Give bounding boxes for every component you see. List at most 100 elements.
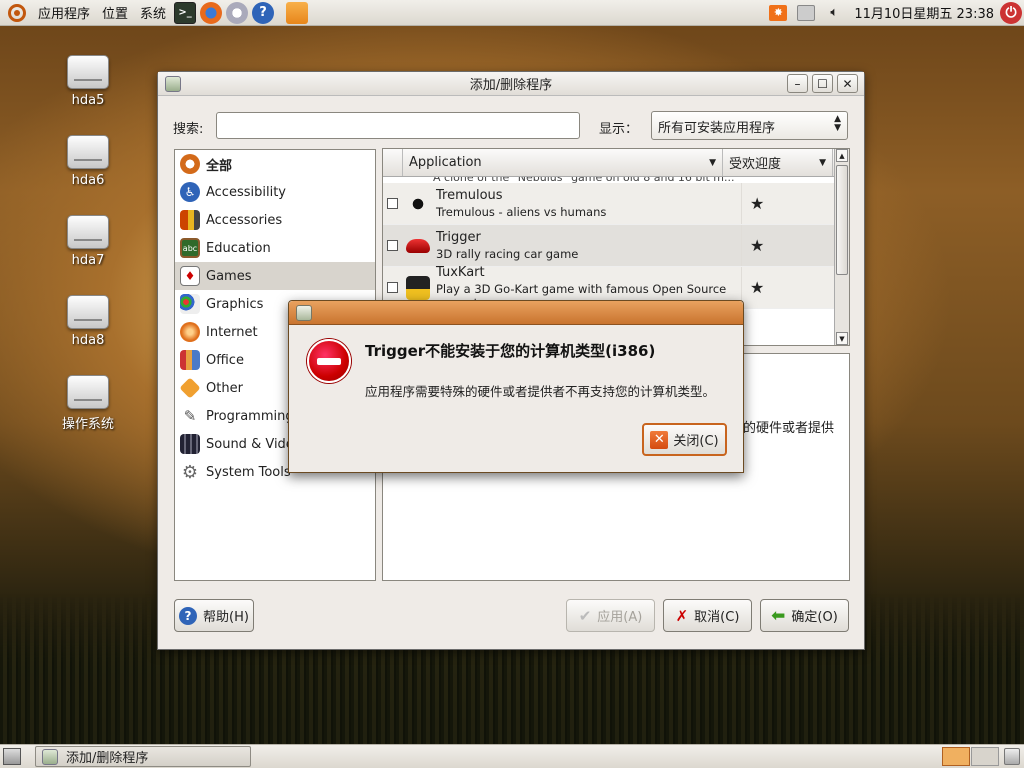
- help-button-label: 帮助(H): [203, 610, 249, 625]
- category-accessibility[interactable]: ♿︎ Accessibility: [175, 178, 375, 206]
- accessories-icon: [180, 210, 200, 230]
- category-accessories[interactable]: Accessories: [175, 206, 375, 234]
- checkmark-icon: ✔: [578, 606, 592, 625]
- category-label: 全部: [206, 158, 233, 174]
- desktop-icon-os[interactable]: 操作系统: [53, 375, 123, 432]
- scroll-up-icon[interactable]: ▲: [836, 149, 848, 162]
- category-games[interactable]: ♦ Games: [175, 262, 375, 290]
- games-icon: ♦: [180, 266, 200, 286]
- ubuntu-logo-icon[interactable]: [8, 3, 26, 22]
- app-description: Tremulous - aliens vs humans: [436, 205, 607, 219]
- desktop-icon-hda6[interactable]: hda6: [53, 135, 123, 188]
- list-header: Application ▼ 受欢迎度 ▼: [383, 149, 849, 177]
- drive-icon: [67, 295, 109, 329]
- desktop-icon-label: hda7: [71, 253, 105, 268]
- volume-icon[interactable]: 🔈︎: [825, 5, 843, 21]
- sound-video-icon: [180, 434, 200, 454]
- drive-icon: [67, 135, 109, 169]
- email-client-icon[interactable]: [226, 1, 249, 24]
- menu-system[interactable]: 系统: [134, 0, 172, 25]
- help-icon[interactable]: ?: [252, 1, 275, 24]
- window-titlebar[interactable]: 添加/删除程序 – ☐ ✕: [158, 72, 864, 96]
- category-education[interactable]: abc Education: [175, 234, 375, 262]
- list-item-trigger[interactable]: Trigger 3D rally racing car game ★: [383, 225, 849, 267]
- category-all[interactable]: 全部: [175, 150, 375, 178]
- list-scrollbar[interactable]: ▲ ▼: [834, 149, 849, 345]
- dialog-titlebar[interactable]: [289, 301, 743, 325]
- close-window-button[interactable]: ✕: [837, 74, 858, 93]
- category-label: Education: [206, 240, 271, 256]
- trash-icon[interactable]: [1004, 748, 1020, 765]
- package-icon: [296, 305, 312, 321]
- update-notifier-icon[interactable]: ✸: [769, 4, 788, 21]
- dialog-message: 应用程序需要特殊的硬件或者提供者不再支持您的计算机类型。: [365, 384, 716, 399]
- power-icon[interactable]: ⏻: [1000, 1, 1022, 24]
- error-stop-icon: [307, 339, 351, 383]
- description-text: 的硬件或者提供: [743, 421, 835, 436]
- ubuntu-logo-icon: [180, 154, 200, 174]
- education-icon: abc: [180, 238, 200, 258]
- close-button-label: 关闭(C): [673, 434, 719, 449]
- taskbar-item-add-remove[interactable]: 添加/删除程序: [35, 746, 251, 767]
- app-name: TuxKart: [436, 265, 485, 280]
- package-icon: [165, 76, 181, 92]
- install-checkbox[interactable]: [387, 198, 398, 209]
- scroll-down-icon[interactable]: ▼: [836, 332, 848, 345]
- menu-applications[interactable]: 应用程序: [32, 0, 96, 25]
- popularity-column-header[interactable]: 受欢迎度 ▼: [723, 149, 833, 176]
- graphics-icon: [180, 294, 200, 314]
- help-icon: ?: [179, 606, 198, 625]
- minimize-button[interactable]: –: [787, 74, 808, 93]
- desktop-icon-label: hda8: [71, 333, 105, 348]
- drive-icon: [67, 215, 109, 249]
- programming-icon: ✎: [183, 407, 197, 425]
- install-checkbox[interactable]: [387, 240, 398, 251]
- apply-button-label: 应用(A): [597, 610, 643, 625]
- show-dropdown[interactable]: 所有可安装应用程序 ▲ ▼: [651, 111, 848, 140]
- show-desktop-icon[interactable]: [3, 748, 21, 765]
- desktop-icon-hda7[interactable]: hda7: [53, 215, 123, 268]
- check-column-header[interactable]: [383, 149, 403, 176]
- apply-button[interactable]: ✔ 应用(A): [566, 599, 655, 632]
- system-tools-icon: ⚙: [181, 461, 199, 483]
- application-header-label: Application: [409, 155, 482, 170]
- drive-icon: [67, 375, 109, 409]
- install-checkbox[interactable]: [387, 282, 398, 293]
- category-label: Accessibility: [206, 184, 286, 200]
- desktop-icon-label: hda5: [71, 93, 105, 108]
- category-label: Accessories: [206, 212, 283, 228]
- application-column-header[interactable]: Application ▼: [403, 149, 723, 176]
- other-icon: [179, 377, 201, 399]
- sort-arrow-icon: ▼: [709, 157, 716, 168]
- help-button[interactable]: ? 帮助(H): [174, 599, 254, 632]
- ok-button[interactable]: ⬅ 确定(O): [760, 599, 849, 632]
- workspace-2[interactable]: [971, 747, 999, 766]
- desktop-icon-label: hda6: [71, 173, 105, 188]
- keyboard-icon[interactable]: [797, 4, 816, 21]
- cancel-x-icon: ✗: [675, 606, 689, 625]
- race-car-icon: [406, 238, 430, 253]
- search-input[interactable]: [216, 112, 580, 139]
- cancel-button[interactable]: ✗ 取消(C): [663, 599, 752, 632]
- green-arrow-icon: ⬅: [771, 605, 786, 626]
- list-item-tremulous[interactable]: Tremulous Tremulous - aliens vs humans ★: [383, 183, 849, 225]
- clock[interactable]: 11月10日星期五 23:38: [854, 3, 994, 22]
- desktop-icon-hda5[interactable]: hda5: [53, 55, 123, 108]
- menu-places[interactable]: 位置: [96, 0, 134, 25]
- show-label: 显示：: [599, 122, 639, 137]
- category-label: System Tools: [206, 464, 291, 480]
- popularity-star-icon: ★: [741, 267, 849, 308]
- workspace-1[interactable]: [942, 747, 970, 766]
- desktop-icon-hda8[interactable]: hda8: [53, 295, 123, 348]
- folder-icon[interactable]: [286, 1, 309, 24]
- terminal-icon[interactable]: >_: [174, 1, 197, 24]
- scroll-thumb[interactable]: [836, 165, 848, 275]
- desktop-icon-label: 操作系统: [61, 417, 114, 432]
- cancel-button-label: 取消(C): [694, 610, 740, 625]
- spider-icon: [406, 191, 430, 216]
- firefox-icon[interactable]: [200, 1, 223, 24]
- popularity-star-icon: ★: [741, 225, 849, 266]
- tux-icon: [406, 275, 430, 300]
- maximize-button[interactable]: ☐: [812, 74, 833, 93]
- dialog-close-button[interactable]: ✕ 关闭(C): [642, 423, 727, 456]
